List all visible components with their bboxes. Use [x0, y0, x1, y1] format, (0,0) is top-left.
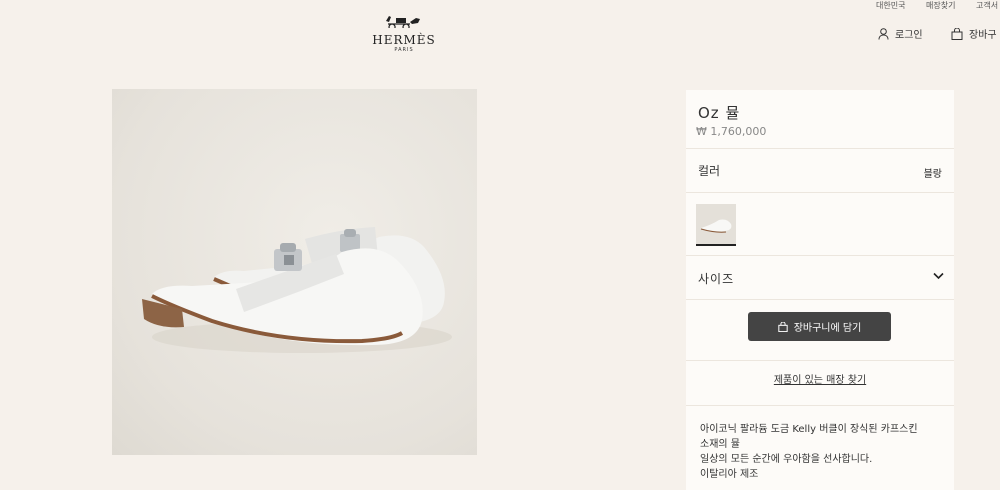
brand-name: HERMÈS [372, 33, 436, 47]
login-label: 로그인 [895, 30, 923, 41]
description-line: 아이코닉 팔라듐 도금 Kelly 버클이 장식된 카프스킨 [700, 424, 918, 435]
store-locator-link[interactable]: 매장찾기 [926, 1, 955, 10]
carriage-logo-icon [386, 16, 420, 31]
store-availability-section: 제품이 있는 매장 찾기 [686, 361, 954, 406]
customer-service-link[interactable]: 고객서 [976, 1, 998, 10]
cart-button[interactable]: 장바구 [951, 26, 997, 41]
color-swatch-row [686, 193, 954, 256]
add-to-cart-button[interactable]: 장바구니에 담기 [748, 312, 891, 341]
description-line: 소재의 뮬 [700, 439, 740, 450]
mule-shoes-illustration [142, 227, 452, 353]
cart-label: 장바구 [969, 30, 997, 41]
brand-subtitle: PARIS [394, 47, 414, 53]
product-image[interactable] [112, 89, 477, 455]
shopping-bag-icon [778, 321, 788, 332]
product-description: 아이코닉 팔라듐 도금 Kelly 버클이 장식된 카프스킨 소재의 뮬 일상의… [686, 406, 954, 482]
shopping-bag-icon [951, 27, 963, 40]
add-to-cart-section: 장바구니에 담기 [686, 300, 954, 361]
color-swatch-blanc[interactable] [696, 204, 736, 246]
product-header: Oz 뮬 ₩ 1,760,000 [686, 90, 954, 149]
swatch-thumbnail-icon [700, 219, 732, 233]
product-info-panel: Oz 뮬 ₩ 1,760,000 컬러 블랑 사이즈 장바구니에 담기 제품이 … [686, 90, 954, 490]
product-price: ₩ 1,760,000 [696, 125, 767, 138]
description-line: 일상의 모든 순간에 우아함을 선사합니다. [700, 454, 873, 465]
color-value: 블랑 [923, 169, 942, 180]
color-selector: 컬러 블랑 [686, 149, 954, 193]
color-label: 컬러 [698, 164, 721, 178]
top-utility-links: 대한민국 매장찾기 고객서 [876, 0, 1000, 11]
brand-logo[interactable]: HERMÈS PARIS [372, 12, 436, 53]
size-label: 사이즈 [698, 272, 735, 286]
find-store-link[interactable]: 제품이 있는 매장 찾기 [686, 371, 954, 386]
product-title: Oz 뮬 [698, 104, 741, 122]
login-button[interactable]: 로그인 [878, 26, 923, 41]
region-link[interactable]: 대한민국 [876, 1, 905, 10]
description-line: 이탈리아 제조 [700, 469, 759, 480]
size-selector[interactable]: 사이즈 [686, 256, 954, 300]
chevron-down-icon [933, 272, 944, 280]
user-icon [878, 27, 889, 40]
add-to-cart-label: 장바구니에 담기 [793, 323, 862, 334]
